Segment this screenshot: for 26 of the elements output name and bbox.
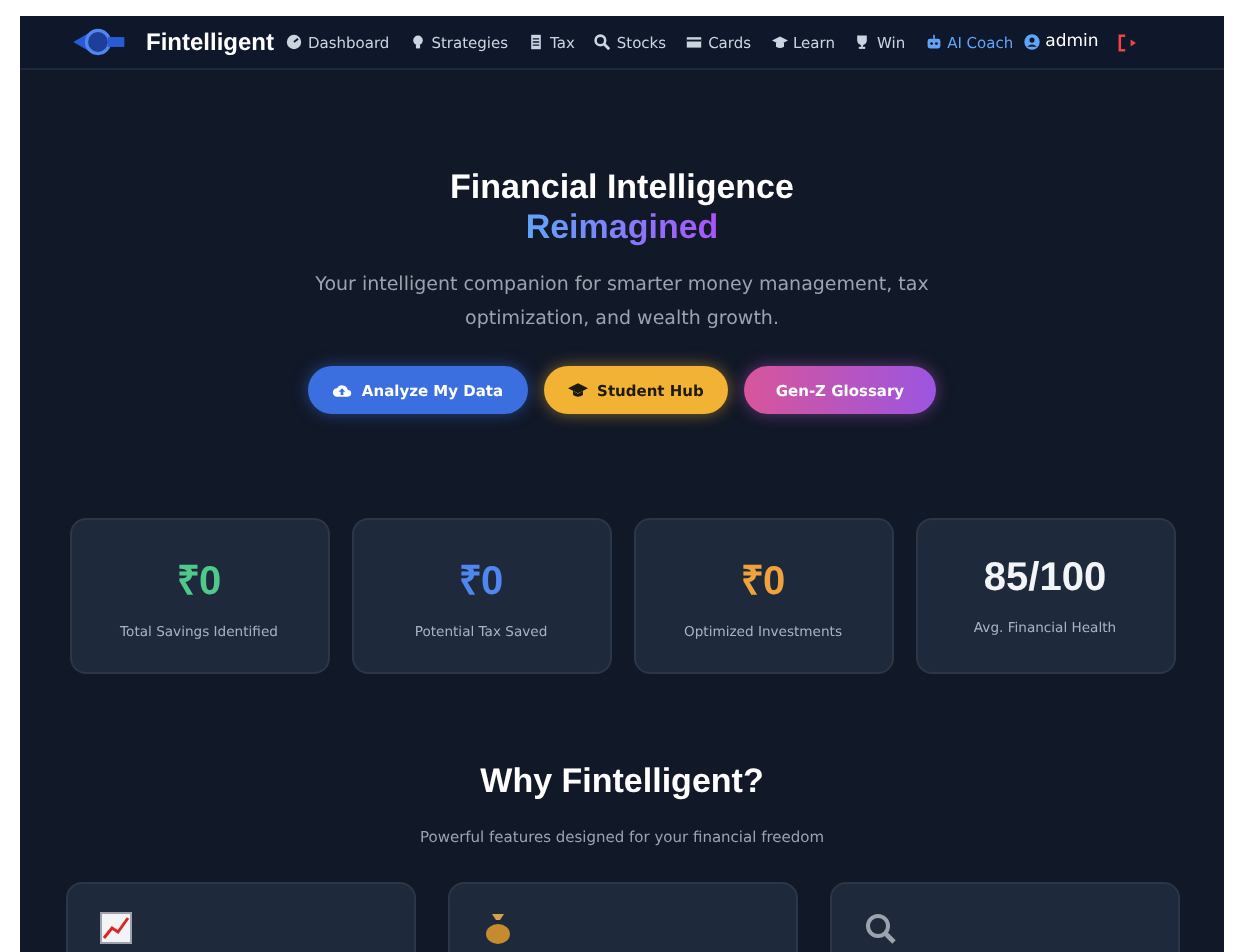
- user-icon: [1023, 34, 1040, 50]
- card-icon: [686, 34, 703, 50]
- gauge-icon: [286, 34, 302, 50]
- trophy-icon: [854, 34, 871, 50]
- graduation-cap-icon: [567, 382, 588, 398]
- bulb-icon: [409, 34, 426, 50]
- brand-name: Fintelligent: [146, 28, 274, 56]
- search-icon: [863, 912, 895, 944]
- hero-title-accent: Reimagined: [525, 208, 719, 248]
- logout-icon[interactable]: [1118, 33, 1137, 51]
- chart-icon: [99, 912, 131, 944]
- cap-icon: [771, 34, 788, 50]
- section-title: Why Fintelligent?: [480, 762, 764, 802]
- stat-value: ₹0: [176, 558, 222, 606]
- money-bag-icon: [481, 912, 513, 944]
- doc-icon: [528, 34, 545, 50]
- hero-subtitle: Your intelligent companion for smarter money management, tax optimization, and wealth growth.: [313, 272, 931, 334]
- stat-value: 85/100: [983, 556, 1107, 602]
- logo-icon: [70, 26, 126, 58]
- hero-title: Financial Intelligence: [450, 168, 794, 208]
- robot-icon: [925, 34, 942, 50]
- stat-value: ₹0: [740, 558, 786, 606]
- user-link[interactable]: admin: [1023, 32, 1099, 52]
- search-icon: [594, 34, 611, 50]
- cloud-upload-icon: [331, 382, 352, 398]
- stat-value: ₹0: [458, 558, 504, 606]
